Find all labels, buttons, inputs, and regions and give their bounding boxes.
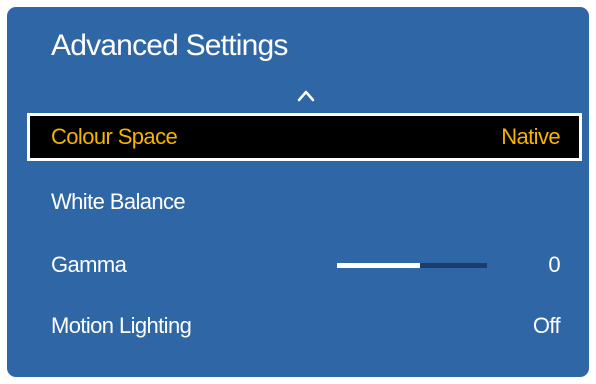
menu-item-value: 0	[548, 252, 560, 277]
menu-item-gamma[interactable]: Gamma 0	[27, 241, 582, 289]
panel-title: Advanced Settings	[51, 29, 288, 62]
menu-item-label: Gamma	[51, 252, 127, 277]
chevron-up-icon[interactable]	[295, 87, 317, 103]
advanced-settings-panel: Advanced Settings Colour Space Native Wh…	[7, 7, 589, 377]
menu-item-label: White Balance	[51, 189, 186, 214]
gamma-slider[interactable]	[337, 263, 487, 268]
menu-item-motion-lighting[interactable]: Motion Lighting Off	[27, 302, 582, 350]
menu-item-value: Off	[532, 313, 561, 338]
menu-item-label: Colour Space	[51, 124, 178, 149]
menu-item-white-balance[interactable]: White Balance	[27, 178, 582, 226]
menu-item-colour-space[interactable]: Colour Space Native	[27, 113, 582, 161]
menu-item-value: Native	[501, 124, 560, 149]
menu-item-label: Motion Lighting	[51, 313, 192, 338]
gamma-slider-fill	[337, 263, 420, 268]
